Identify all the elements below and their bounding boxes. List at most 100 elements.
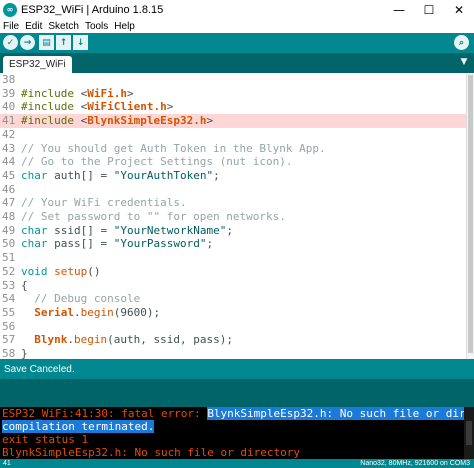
status-message: Save Canceled. xyxy=(4,363,75,375)
menu-help[interactable]: Help xyxy=(111,21,138,32)
code-line-50[interactable]: 50 char pass[] = "YourPassword"; xyxy=(0,237,466,251)
line-number: 49 xyxy=(2,223,16,237)
code-line-39[interactable]: 39 #include <WiFi.h> xyxy=(0,87,466,101)
verify-button[interactable]: ✓ xyxy=(3,35,18,50)
console-scrollbar[interactable] xyxy=(464,407,474,459)
code-line-38[interactable]: 38 xyxy=(0,73,466,87)
code-line-48[interactable]: 48 // Set password to "" for open network… xyxy=(0,210,466,224)
code-text: // Go to the Project Settings (nut icon)… xyxy=(21,155,293,169)
line-number: 45 xyxy=(2,168,16,182)
line-number: 54 xyxy=(2,292,16,306)
code-line-41[interactable]: 41 #include <BlynkSimpleEsp32.h> xyxy=(0,114,466,128)
code-line-44[interactable]: 44 // Go to the Project Settings (nut ico… xyxy=(0,155,466,169)
console-selected-text: BlynkSimpleEsp32.h: No such file or dire… xyxy=(207,407,474,420)
menu-file[interactable]: File xyxy=(0,21,22,32)
line-number: 53 xyxy=(2,278,16,292)
tab-esp32-wifi[interactable]: ESP32_WiFi xyxy=(3,56,72,73)
footer-bar: 41 Nano32, 80MHz, 921600 on COM3 xyxy=(0,459,474,468)
console-error-text: BlynkSimpleEsp32.h: No such file or dire… xyxy=(2,446,301,459)
code-text: char pass[] = "YourPassword"; xyxy=(21,237,214,251)
code-line-54[interactable]: 54 // Debug console xyxy=(0,292,466,306)
menu-bar: File Edit Sketch Tools Help xyxy=(0,19,474,33)
footer-board-info: Nano32, 80MHz, 921600 on COM3 xyxy=(360,460,470,467)
console-output[interactable]: ESP32_WiFi:41:30: fatal error: BlynkSimp… xyxy=(0,407,474,459)
code-line-49[interactable]: 49 char ssid[] = "YourNetworkName"; xyxy=(0,224,466,238)
line-number: 51 xyxy=(2,251,16,265)
window-controls: — ☐ ✕ xyxy=(384,0,474,19)
console-line: BlynkSimpleEsp32.h: No such file or dire… xyxy=(2,446,300,459)
code-line-45[interactable]: 45 char auth[] = "YourAuthToken"; xyxy=(0,169,466,183)
tab-menu-icon[interactable]: ▼ xyxy=(457,55,471,69)
tab-label: ESP32_WiFi xyxy=(9,59,66,70)
toolbar: ✓ → ▤ ↑ ↓ ⌕ xyxy=(0,33,474,53)
code-text: // You should get Auth Token in the Blyn… xyxy=(21,141,326,155)
code-text: } xyxy=(21,347,28,359)
close-button[interactable]: ✕ xyxy=(444,0,474,19)
line-number: 48 xyxy=(2,210,16,223)
line-number: 56 xyxy=(2,319,16,333)
console-divider[interactable] xyxy=(0,379,474,407)
code-editor[interactable]: 38 39 #include <WiFi.h> 40 #include <WiFiCli… xyxy=(0,73,466,359)
console-selected-text: compilation terminated. xyxy=(2,420,155,433)
code-text: #include <WiFi.h> xyxy=(21,86,134,100)
code-line-58[interactable]: 58} xyxy=(0,347,466,359)
code-line-57[interactable]: 57 Blynk.begin(auth, ssid, pass); xyxy=(0,333,466,347)
code-text: Blynk.begin(auth, ssid, pass); xyxy=(34,333,233,347)
code-line-47[interactable]: 47 // Your WiFi credentials. xyxy=(0,196,466,210)
footer-line-number: 41 xyxy=(3,460,11,467)
line-number: 52 xyxy=(2,264,16,278)
code-line-43[interactable]: 43 // You should get Auth Token in the Bl… xyxy=(0,142,466,156)
tab-bar: ESP32_WiFi ▼ xyxy=(0,53,474,73)
line-number: 40 xyxy=(2,100,16,114)
console-line: exit status 1 xyxy=(2,433,88,446)
code-line-42[interactable]: 42 xyxy=(0,128,466,142)
console-line: compilation terminated. xyxy=(2,420,155,433)
line-number: 55 xyxy=(2,305,16,319)
line-number: 43 xyxy=(2,141,16,155)
editor-scroll-thumb[interactable] xyxy=(468,75,473,353)
menu-edit[interactable]: Edit xyxy=(22,21,45,32)
code-line-46[interactable]: 46 xyxy=(0,183,466,197)
code-text: #include <WiFiClient.h> xyxy=(21,100,174,114)
line-number: 47 xyxy=(2,196,16,210)
line-number: 58 xyxy=(2,347,16,359)
code-text: #include <BlynkSimpleEsp32.h> xyxy=(21,114,214,128)
console-line: ESP32_WiFi:41:30: fatal error: BlynkSimp… xyxy=(2,407,474,420)
line-number: 41 xyxy=(2,114,16,128)
code-text: // Your WiFi credentials. xyxy=(21,196,187,210)
line-number: 39 xyxy=(2,86,16,100)
new-sketch-button[interactable]: ▤ xyxy=(39,35,54,50)
maximize-button[interactable]: ☐ xyxy=(414,0,444,19)
code-text: char auth[] = "YourAuthToken"; xyxy=(21,168,220,182)
code-line-52[interactable]: 52 void setup() xyxy=(0,265,466,279)
editor-scrollbar[interactable] xyxy=(466,73,474,359)
code-text: char ssid[] = "YourNetworkName"; xyxy=(21,223,233,237)
line-number: 44 xyxy=(2,155,16,169)
code-line-56[interactable]: 56 xyxy=(0,320,466,334)
code-text: { xyxy=(21,278,28,292)
line-number: 50 xyxy=(2,237,16,251)
code-text: void setup() xyxy=(21,264,101,278)
line-number: 42 xyxy=(2,127,16,141)
arduino-logo-icon: ∞ xyxy=(3,2,17,17)
code-text: Serial.begin(9600); xyxy=(34,305,161,319)
upload-button[interactable]: → xyxy=(20,35,35,50)
menu-tools[interactable]: Tools xyxy=(82,21,111,32)
menu-sketch[interactable]: Sketch xyxy=(45,21,82,32)
code-text: // Debug console xyxy=(21,292,141,306)
code-line-53[interactable]: 53 { xyxy=(0,279,466,293)
title-bar: ∞ ESP32_WiFi | Arduino 1.8.15 — ☐ ✕ xyxy=(0,0,474,19)
code-line-55[interactable]: 55 Serial.begin(9600); xyxy=(0,306,466,320)
line-number: 46 xyxy=(2,182,16,196)
code-text: // Set password to "" for open networks. xyxy=(21,210,286,223)
code-line-51[interactable]: 51 xyxy=(0,251,466,265)
save-sketch-button[interactable]: ↓ xyxy=(73,35,88,50)
minimize-button[interactable]: — xyxy=(384,0,414,19)
status-bar: Save Canceled. xyxy=(0,359,474,379)
serial-monitor-button[interactable]: ⌕ xyxy=(454,35,469,50)
code-line-40[interactable]: 40 #include <WiFiClient.h> xyxy=(0,100,466,114)
console-error-text: exit status 1 xyxy=(2,433,89,446)
console-scroll-thumb[interactable] xyxy=(466,421,472,445)
line-number: 38 xyxy=(2,73,16,86)
open-sketch-button[interactable]: ↑ xyxy=(56,35,71,50)
